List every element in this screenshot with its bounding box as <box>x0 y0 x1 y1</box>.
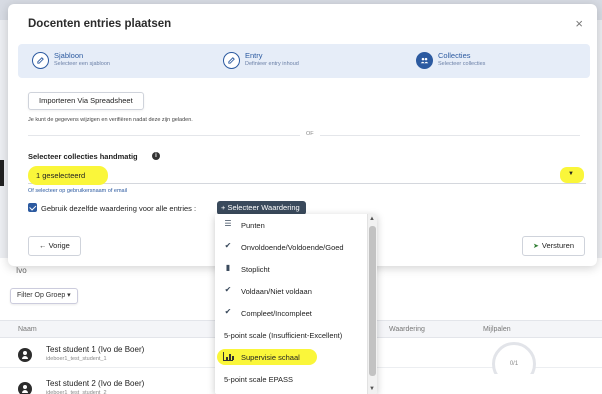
chevron-down-icon[interactable]: ▼ <box>568 171 574 177</box>
dropdown-item-met-not-met[interactable]: ✔ Voldaan/Niet voldaan <box>215 280 367 302</box>
edit-icon <box>223 52 240 69</box>
dropdown-item-5-point-scale[interactable]: 5-point scale (Insufficient-Excellent) <box>215 324 367 346</box>
step-title: Entry <box>245 51 263 60</box>
select-rating-button[interactable]: + Selecteer Waardering <box>217 201 306 215</box>
dropdown-item-traffic-light[interactable]: ▮ Stoplicht <box>215 258 367 280</box>
dropdown-item-5-point-scale-epass[interactable]: 5-point scale EPASS <box>215 368 367 390</box>
bar-chart-icon <box>223 352 234 361</box>
dropdown-scrollbar[interactable]: ▲ ▼ <box>367 214 377 394</box>
or-label: OF <box>300 131 320 137</box>
scroll-down-icon[interactable]: ▼ <box>369 386 375 392</box>
column-name: Naam <box>18 326 37 333</box>
send-label: Versturen <box>541 241 574 250</box>
collections-label: Selecteer collecties handmatig <box>28 152 138 161</box>
step-title: Sjabloon <box>54 51 84 60</box>
avatar-icon <box>18 348 32 362</box>
previous-button[interactable]: ← Vorige <box>28 236 81 256</box>
list-icon: ☰ <box>224 219 232 228</box>
select-by-username-link[interactable]: Of selecteer op gebruikersnaam of email <box>28 188 127 194</box>
dropdown-item-points[interactable]: ☰ Punten <box>215 214 367 236</box>
check-icon: ✔ <box>224 241 232 250</box>
student-name: Test student 2 (Ivo de Boer) <box>46 379 145 388</box>
avatar-icon <box>18 382 32 394</box>
step-title: Collecties <box>438 51 471 60</box>
traffic-light-icon: ▮ <box>225 263 231 272</box>
dropdown-item-supervision-scale[interactable]: Supervisie schaal <box>215 346 367 368</box>
check-icon: ✔ <box>224 285 232 294</box>
rating-dropdown: ☰ Punten ✔ Onvoldoende/Voldoende/Goed ▮ … <box>215 214 377 394</box>
dropdown-item-insufficient-sufficient-good[interactable]: ✔ Onvoldoende/Voldoende/Goed <box>215 236 367 258</box>
step-subtitle: Definieer entry inhoud <box>245 61 299 67</box>
dropdown-item-label: Onvoldoende/Voldoende/Goed <box>241 243 344 252</box>
group-icon <box>416 52 433 69</box>
column-milestones: Mijlpalen <box>483 326 511 333</box>
selected-value: 1 geselecteerd <box>36 171 86 180</box>
dropdown-item-label: Voldaan/Niet voldaan <box>241 287 312 296</box>
same-rating-label: Gebruik dezelfde waardering voor alle en… <box>41 204 197 213</box>
student-username: ideboer1_test_student_1 <box>46 356 107 362</box>
info-icon[interactable]: i <box>152 152 160 160</box>
check-icon: ✔ <box>224 307 232 316</box>
dropdown-item-label: Supervisie schaal <box>241 353 300 362</box>
dropdown-item-label: 5-point scale (Insufficient-Excellent) <box>224 331 343 340</box>
send-icon: ➤ <box>533 243 539 250</box>
modal-title: Docenten entries plaatsen <box>28 18 172 30</box>
user-label: Ivo <box>16 266 27 275</box>
dropdown-item-label: Compleet/Incompleet <box>241 309 312 318</box>
close-icon[interactable]: × <box>575 16 583 31</box>
dropdown-item-complete-incomplete[interactable]: ✔ Compleet/Incompleet <box>215 302 367 324</box>
same-rating-checkbox[interactable] <box>28 203 37 212</box>
edit-icon <box>32 52 49 69</box>
step-subtitle: Selecteer een sjabloon <box>54 61 110 67</box>
dropdown-item-label: Stoplicht <box>241 265 270 274</box>
group-filter-button[interactable]: Filter Op Groep ▾ <box>10 288 78 304</box>
collections-select[interactable]: 1 geselecteerd ▼ <box>28 166 586 185</box>
stepper: Sjabloon Selecteer een sjabloon Entry De… <box>18 44 590 78</box>
scroll-up-icon[interactable]: ▲ <box>369 216 375 222</box>
import-spreadsheet-button[interactable]: Importeren Via Spreadsheet <box>28 92 144 110</box>
send-button[interactable]: ➤ Versturen <box>522 236 585 256</box>
column-rating: Waardering <box>389 326 425 333</box>
dropdown-item-label: 5-point scale EPASS <box>224 375 294 384</box>
dropdown-item-label: Punten <box>241 221 265 230</box>
import-hint: Je kunt de gegevens wijzigen en verifiër… <box>28 117 193 123</box>
left-edge-marker <box>0 160 4 186</box>
scroll-thumb[interactable] <box>369 226 376 376</box>
student-name: Test student 1 (Ivo de Boer) <box>46 345 145 354</box>
step-subtitle: Selecteer collecties <box>438 61 486 67</box>
student-username: ideboer1_test_student_2 <box>46 390 107 394</box>
